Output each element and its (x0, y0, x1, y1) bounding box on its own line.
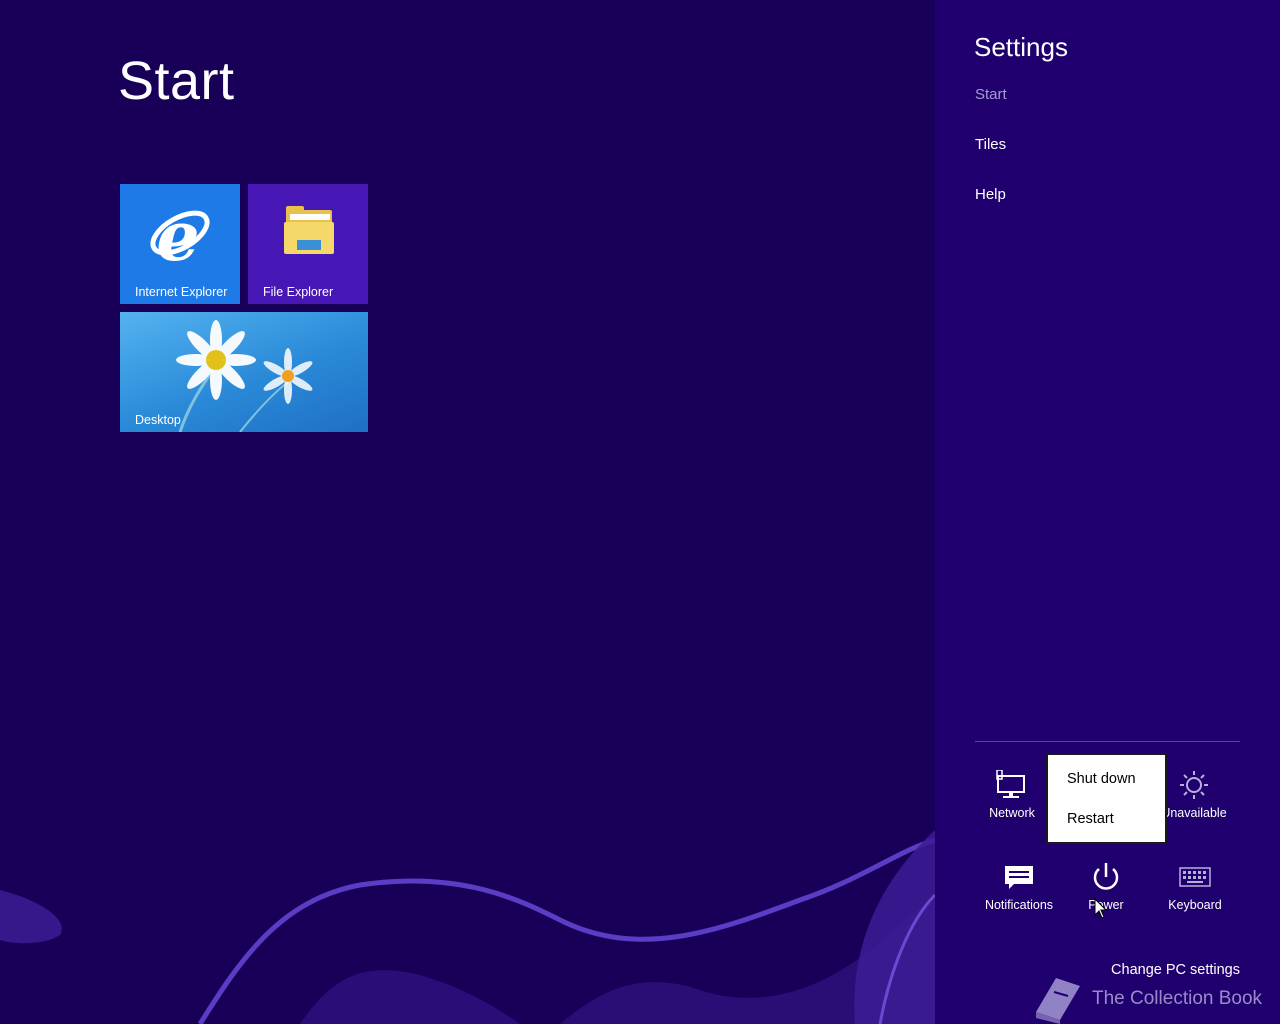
start-title: Start (118, 51, 235, 111)
keyboard-label: Keyboard (1168, 898, 1222, 912)
tile-label: File Explorer (263, 285, 334, 299)
start-screen: Start e Internet Explorer File Explorer (0, 0, 935, 1024)
brightness-icon (1180, 771, 1208, 799)
notifications-icon (1005, 866, 1033, 889)
settings-context-label: Start (975, 86, 1007, 103)
svg-text:e: e (156, 197, 199, 277)
settings-title: Settings (974, 32, 1068, 62)
power-menu: Shut down Restart (1046, 753, 1167, 844)
keyboard-button[interactable]: Keyboard (1150, 862, 1240, 912)
network-button[interactable]: Network (967, 770, 1057, 820)
network-label: Network (989, 806, 1035, 820)
book-icon (1036, 978, 1080, 1024)
tile-internet-explorer[interactable]: e Internet Explorer (120, 184, 240, 304)
settings-link-help[interactable]: Help (975, 186, 1006, 203)
brightness-label: Unavailable (1161, 806, 1227, 820)
network-icon (996, 770, 1025, 798)
menu-item-shut-down[interactable]: Shut down (1067, 771, 1136, 787)
notifications-label: Notifications (984, 898, 1054, 912)
notifications-button[interactable]: Notifications (974, 862, 1064, 912)
menu-item-restart[interactable]: Restart (1067, 811, 1114, 827)
tile-file-explorer[interactable]: File Explorer (248, 184, 368, 304)
watermark: The Collection Book (1030, 974, 1280, 1024)
divider (975, 741, 1240, 742)
mouse-cursor-icon (1094, 898, 1108, 919)
folder-icon (284, 206, 334, 254)
power-icon (1093, 863, 1119, 890)
settings-charm-pane: Settings Start Tiles Help Network Unavai… (935, 0, 1280, 1024)
watermark-text: The Collection Book (1092, 988, 1263, 1009)
settings-link-tiles[interactable]: Tiles (975, 136, 1006, 153)
background-swirl (0, 830, 935, 1024)
internet-explorer-icon: e (150, 197, 210, 277)
tile-label: Internet Explorer (135, 285, 228, 299)
tile-label: Desktop (135, 413, 181, 427)
keyboard-icon (1179, 867, 1211, 887)
tile-desktop[interactable]: Desktop (120, 312, 368, 432)
